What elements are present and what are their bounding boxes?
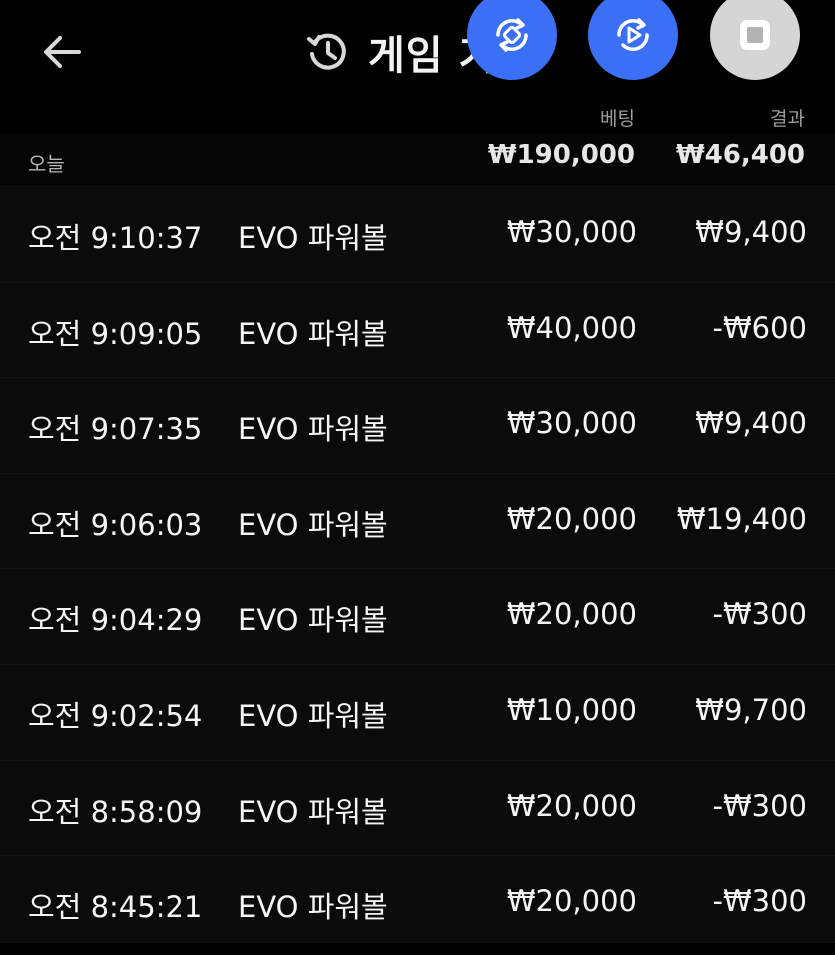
- summary-bet-total: ₩190,000: [487, 140, 635, 170]
- game-history-screen: 게임 기 베팅 결과 오늘 ₩190,000 ₩46,400 오전 9:10:3…: [0, 0, 835, 955]
- row-bet: ₩40,000: [506, 310, 637, 345]
- sync-button[interactable]: [467, 0, 557, 80]
- history-row[interactable]: 오전 9:09:05 EVO 파워볼 ₩40,000 -₩600: [0, 281, 835, 378]
- row-game: EVO 파워볼: [238, 794, 388, 829]
- row-time: 오전 9:06:03: [28, 507, 203, 542]
- history-row[interactable]: 오전 9:04:29 EVO 파워볼 ₩20,000 -₩300: [0, 568, 835, 664]
- row-time: 오전 9:07:35: [28, 412, 203, 447]
- row-result: -₩300: [712, 597, 808, 632]
- column-header-row: 베팅 결과: [0, 104, 835, 134]
- row-bet: ₩20,000: [506, 501, 637, 536]
- history-row[interactable]: 오전 8:58:09 EVO 파워볼 ₩20,000 -₩300: [0, 759, 835, 856]
- bottom-edge: [0, 943, 835, 955]
- summary-row: 오늘 ₩190,000 ₩46,400: [0, 134, 835, 186]
- history-row[interactable]: 오전 9:07:35 EVO 파워볼 ₩30,000 ₩9,400: [0, 377, 835, 473]
- result-column-header: 결과: [770, 108, 805, 130]
- stop-square-icon: [740, 20, 770, 50]
- history-row[interactable]: 오전 9:10:37 EVO 파워볼 ₩30,000 ₩9,400: [0, 186, 835, 282]
- row-result: ₩9,400: [695, 215, 807, 249]
- replay-button[interactable]: [588, 0, 678, 80]
- header-bar: 게임 기: [0, 0, 835, 104]
- row-bet: ₩30,000: [506, 406, 637, 441]
- replay-play-icon: [617, 18, 649, 51]
- row-game: EVO 파워볼: [238, 412, 388, 447]
- summary-day-label: 오늘: [28, 152, 65, 176]
- row-result: ₩9,400: [695, 406, 807, 441]
- row-game: EVO 파워볼: [238, 890, 388, 925]
- row-result: -₩300: [712, 788, 808, 823]
- row-time: 오전 9:09:05: [28, 316, 203, 351]
- row-result: -₩300: [712, 884, 808, 919]
- stop-button[interactable]: [710, 0, 800, 80]
- row-bet: ₩20,000: [506, 788, 637, 823]
- arrow-left-icon: [44, 36, 81, 68]
- row-game: EVO 파워볼: [238, 221, 388, 255]
- row-game: EVO 파워볼: [238, 316, 388, 351]
- row-result: ₩19,400: [676, 501, 807, 536]
- row-game: EVO 파워볼: [238, 507, 388, 542]
- row-time: 오전 9:04:29: [28, 603, 203, 638]
- row-time: 오전 9:10:37: [28, 221, 203, 255]
- sync-icon: [496, 18, 528, 52]
- row-result: -₩600: [712, 310, 808, 345]
- row-bet: ₩30,000: [506, 215, 637, 249]
- history-list: 오전 9:10:37 EVO 파워볼 ₩30,000 ₩9,400 오전 9:0…: [0, 186, 835, 951]
- history-icon: [306, 30, 350, 74]
- row-bet: ₩20,000: [506, 884, 637, 919]
- row-time: 오전 8:45:21: [28, 890, 203, 925]
- row-result: ₩9,700: [695, 692, 807, 727]
- row-bet: ₩20,000: [506, 597, 637, 632]
- history-row[interactable]: 오전 9:06:03 EVO 파워볼 ₩20,000 ₩19,400: [0, 472, 835, 569]
- summary-result-total: ₩46,400: [675, 140, 805, 170]
- row-time: 오전 8:58:09: [28, 794, 203, 829]
- row-bet: ₩10,000: [506, 692, 637, 727]
- row-game: EVO 파워볼: [238, 698, 388, 733]
- history-row[interactable]: 오전 9:02:54 EVO 파워볼 ₩10,000 ₩9,700: [0, 663, 835, 760]
- row-time: 오전 9:02:54: [28, 698, 203, 733]
- row-game: EVO 파워볼: [238, 603, 388, 638]
- back-button[interactable]: [38, 30, 86, 74]
- bet-column-header: 베팅: [600, 108, 635, 130]
- history-row[interactable]: 오전 8:45:21 EVO 파워볼 ₩20,000 -₩300: [0, 855, 835, 951]
